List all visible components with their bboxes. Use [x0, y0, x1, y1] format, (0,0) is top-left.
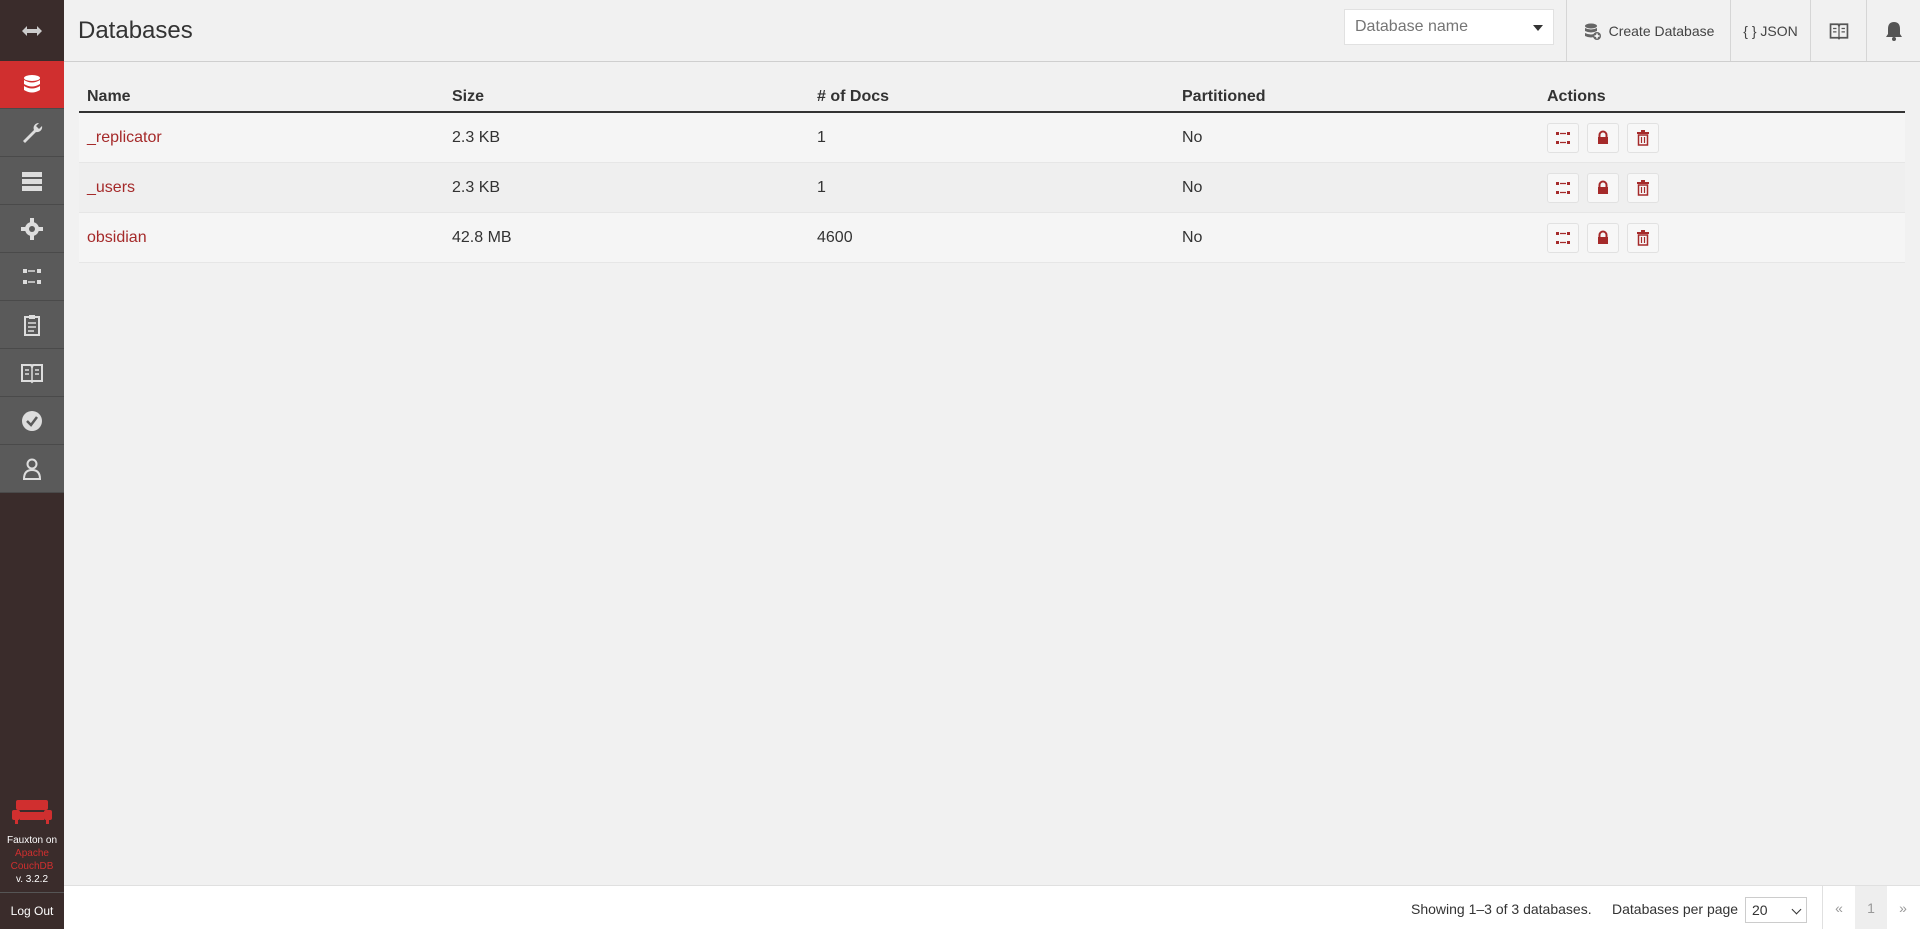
- permissions-button[interactable]: [1587, 122, 1619, 153]
- table-row: _replicator 2.3 KB 1 No: [79, 113, 1905, 163]
- gear-icon: [21, 217, 43, 240]
- logout-button[interactable]: Log Out: [0, 892, 64, 929]
- table-row: _users 2.3 KB 1 No: [79, 163, 1905, 213]
- replicate-button[interactable]: [1547, 222, 1579, 253]
- per-page-label: Databases per page: [1612, 901, 1739, 917]
- docs-cell: 1: [817, 178, 826, 196]
- clipboard-icon: [24, 314, 40, 336]
- trash-icon: [1637, 179, 1649, 196]
- replication-icon: [1556, 181, 1570, 194]
- per-page-select[interactable]: 20: [1745, 897, 1807, 923]
- pagination: « 1 »: [1822, 886, 1919, 929]
- showing-count: Showing 1–3 of 3 databases.: [1411, 901, 1592, 917]
- partitioned-cell: No: [1182, 178, 1203, 196]
- create-database-button[interactable]: Create Database: [1566, 0, 1730, 61]
- sidebar-footer: Fauxton on Apache CouchDB v. 3.2.2 Log O…: [0, 798, 64, 929]
- permissions-button[interactable]: [1587, 222, 1619, 253]
- partitioned-cell: No: [1182, 128, 1203, 146]
- permissions-button[interactable]: [1587, 172, 1619, 203]
- sidebar-toggle-button[interactable]: [0, 0, 64, 61]
- database-icon: [24, 74, 40, 92]
- version-label: v. 3.2.2: [15, 874, 49, 885]
- brand-line1: Fauxton on: [6, 835, 58, 846]
- sidebar-item-verify[interactable]: [0, 397, 64, 445]
- delete-button[interactable]: [1627, 122, 1659, 153]
- docs-cell: 1: [817, 128, 826, 146]
- actions-cell: [1539, 172, 1905, 203]
- prev-page-button[interactable]: «: [1823, 886, 1855, 929]
- bell-icon: [1885, 21, 1902, 41]
- brand-line3: CouchDB: [10, 861, 54, 872]
- chevron-down-icon: [1791, 904, 1802, 915]
- header: Databases Create Database { } JSON: [64, 0, 1920, 62]
- chevron-down-icon[interactable]: [1533, 25, 1543, 31]
- database-link[interactable]: obsidian: [87, 229, 147, 246]
- sidebar-item-setup[interactable]: [0, 109, 64, 157]
- replication-icon: [23, 268, 41, 284]
- header-name: Name: [87, 87, 131, 105]
- size-cell: 2.3 KB: [452, 128, 501, 146]
- database-add-icon: [1584, 23, 1601, 40]
- sidebar-item-user[interactable]: [0, 445, 64, 493]
- trash-icon: [1637, 229, 1649, 246]
- table-row: obsidian 42.8 MB 4600 No: [79, 213, 1905, 263]
- database-search-input[interactable]: [1345, 17, 1527, 37]
- book-icon: [1829, 22, 1848, 40]
- lock-icon: [1598, 130, 1608, 144]
- replicate-button[interactable]: [1547, 122, 1579, 153]
- couch-icon: [12, 800, 52, 824]
- actions-cell: [1539, 222, 1905, 253]
- trash-icon: [1637, 129, 1649, 146]
- partitioned-cell: No: [1182, 228, 1203, 246]
- sidebar-item-active-tasks[interactable]: [0, 157, 64, 205]
- database-link[interactable]: _users: [87, 179, 135, 196]
- database-search[interactable]: [1344, 9, 1554, 45]
- table-header: Name Size # of Docs Partitioned Actions: [79, 82, 1905, 113]
- header-actions: Actions: [1547, 87, 1606, 105]
- delete-button[interactable]: [1627, 222, 1659, 253]
- replication-icon: [1556, 231, 1570, 244]
- couchdb-logo: [0, 798, 64, 826]
- page-title: Databases: [78, 17, 193, 44]
- delete-button[interactable]: [1627, 172, 1659, 203]
- header-docs: # of Docs: [817, 87, 890, 105]
- check-circle-icon: [22, 410, 42, 431]
- actions-cell: [1539, 122, 1905, 153]
- sidebar-item-logs[interactable]: [0, 301, 64, 349]
- docs-button[interactable]: [1810, 0, 1866, 61]
- user-icon: [22, 458, 42, 480]
- lock-icon: [1598, 180, 1608, 194]
- size-cell: 42.8 MB: [452, 228, 512, 246]
- page-button-1[interactable]: 1: [1855, 886, 1887, 929]
- wrench-icon: [23, 122, 43, 143]
- header-partitioned: Partitioned: [1182, 87, 1266, 105]
- database-link[interactable]: _replicator: [87, 129, 162, 146]
- brand-line2: Apache: [15, 848, 49, 859]
- sidebar-item-config[interactable]: [0, 205, 64, 253]
- size-cell: 2.3 KB: [452, 178, 501, 196]
- brand-text: Fauxton on Apache CouchDB v. 3.2.2: [0, 834, 64, 892]
- notifications-button[interactable]: [1866, 0, 1920, 61]
- create-database-label: Create Database: [1608, 22, 1715, 39]
- double-arrow-icon: [22, 25, 42, 36]
- json-button[interactable]: { } JSON: [1730, 0, 1810, 61]
- next-page-button[interactable]: »: [1887, 886, 1919, 929]
- sidebar-item-databases[interactable]: [0, 61, 64, 109]
- databases-table: Name Size # of Docs Partitioned Actions …: [79, 82, 1905, 263]
- book-icon: [21, 363, 43, 383]
- header-size: Size: [452, 87, 485, 105]
- sidebar-item-documentation[interactable]: [0, 349, 64, 397]
- per-page-value: 20: [1752, 902, 1768, 918]
- lock-icon: [1598, 230, 1608, 244]
- server-icon: [22, 171, 42, 191]
- docs-cell: 4600: [817, 228, 853, 246]
- replication-icon: [1556, 131, 1570, 144]
- footer: Showing 1–3 of 3 databases. Databases pe…: [64, 885, 1920, 929]
- replicate-button[interactable]: [1547, 172, 1579, 203]
- sidebar: Fauxton on Apache CouchDB v. 3.2.2 Log O…: [0, 0, 64, 929]
- table-body: _replicator 2.3 KB 1 No _users 2.3 KB 1 …: [79, 113, 1905, 263]
- sidebar-item-replication[interactable]: [0, 253, 64, 301]
